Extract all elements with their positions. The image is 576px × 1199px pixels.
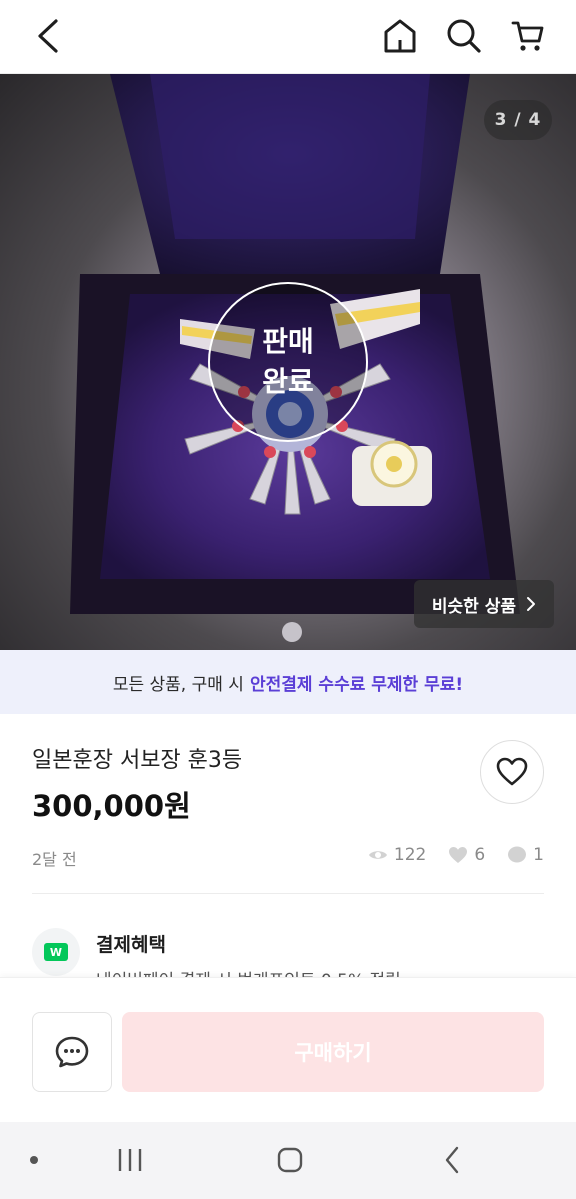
product-price: 300,000원 — [32, 789, 191, 823]
divider — [32, 893, 544, 894]
chat-bubble-icon — [55, 1036, 89, 1068]
benefit-title: 결제혜택 — [96, 934, 166, 956]
system-navigation-bar — [0, 1122, 576, 1199]
posted-time: 2달 전 — [32, 850, 77, 869]
chat-button[interactable] — [32, 1012, 112, 1092]
product-title: 일본훈장 서보장 훈3등 — [32, 748, 243, 773]
banner-accent-text: 안전결제 수수료 무제한 무료! — [249, 674, 464, 695]
chat-small-icon — [508, 846, 527, 863]
image-counter: 3 / 4 — [484, 100, 552, 140]
view-count: 122 — [393, 845, 427, 865]
chevron-right-icon — [527, 597, 535, 611]
sold-out-badge-line2: 완료 — [262, 365, 314, 398]
back-icon — [38, 19, 58, 53]
pay-logo-icon: W — [44, 943, 68, 961]
back-nav-button[interactable] — [430, 1140, 474, 1180]
like-count: 6 — [474, 845, 486, 865]
home-button[interactable] — [376, 12, 424, 60]
cart-button[interactable] — [504, 12, 552, 60]
sold-out-badge: 판매 완료 — [208, 282, 368, 442]
home-icon — [384, 19, 416, 53]
product-image-gallery[interactable]: 3 / 4 판매 완료 비슷한 상품 — [0, 74, 576, 650]
dot-icon — [30, 1156, 38, 1164]
sold-out-badge-line1: 판매 — [262, 325, 314, 358]
search-button[interactable] — [440, 12, 488, 60]
buy-button[interactable]: 구매하기 — [122, 1012, 544, 1092]
like-button[interactable] — [480, 740, 544, 804]
home-square-icon — [277, 1147, 303, 1173]
similar-products-button[interactable]: 비슷한 상품 — [413, 580, 554, 628]
nav-dot — [24, 1140, 44, 1180]
home-nav-button[interactable] — [268, 1140, 312, 1180]
heart-small-icon — [449, 847, 468, 863]
safe-payment-banner[interactable]: 모든 상품, 구매 시 안전결제 수수료 무제한 무료! — [0, 650, 576, 714]
heart-icon — [496, 757, 528, 786]
eye-icon — [368, 851, 387, 859]
bottom-action-bar: 구매하기 — [0, 977, 576, 1122]
back-button[interactable] — [24, 12, 72, 60]
chat-count: 1 — [533, 845, 544, 865]
recent-apps-button[interactable] — [108, 1140, 152, 1180]
similar-products-label: 비슷한 상품 — [431, 596, 516, 617]
cart-icon — [511, 21, 544, 51]
back-nav-icon — [445, 1146, 459, 1174]
search-icon — [447, 19, 481, 53]
top-app-bar — [0, 0, 576, 74]
recent-apps-icon — [118, 1149, 142, 1171]
naver-pay-logo: W — [32, 928, 80, 976]
product-stats: 122 6 1 — [368, 845, 544, 865]
banner-text: 모든 상품, 구매 시 — [112, 674, 244, 695]
